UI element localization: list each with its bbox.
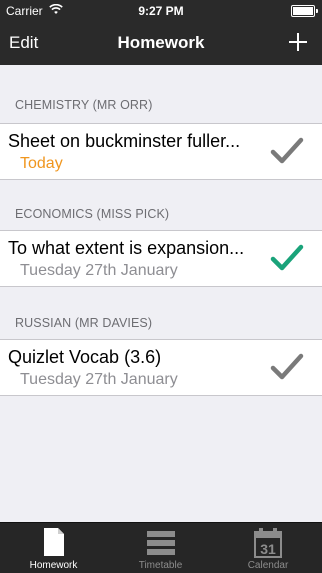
completion-toggle[interactable] <box>270 243 304 273</box>
battery-icon <box>291 5 318 17</box>
section-header-chemistry: CHEMISTRY (MR ORR) <box>15 98 153 112</box>
checkmark-icon <box>270 137 304 164</box>
page-title: Homework <box>117 33 205 52</box>
homework-row[interactable]: Quizlet Vocab (3.6) Tuesday 27th January <box>0 339 322 396</box>
top-bar: Carrier 9:27 PM Edit Homework <box>0 0 322 65</box>
plus-icon <box>289 33 307 51</box>
homework-title: Sheet on buckminster fuller... <box>8 131 241 151</box>
tab-timetable[interactable]: Timetable <box>107 523 214 573</box>
tab-label: Homework <box>29 560 78 571</box>
homework-due: Tuesday 27th January <box>20 262 178 279</box>
homework-row[interactable]: To what extent is expansion... Tuesday 2… <box>0 230 322 287</box>
calendar-icon: 31 <box>253 527 283 564</box>
tab-bar: Homework Timetable 31 Calendar <box>0 522 322 573</box>
checkmark-icon <box>270 244 304 271</box>
list-icon <box>146 527 176 562</box>
tab-homework[interactable]: Homework <box>0 523 107 573</box>
status-time: 9:27 PM <box>138 4 184 18</box>
add-homework-button[interactable] <box>288 32 308 52</box>
document-icon <box>43 527 65 562</box>
homework-due: Today <box>20 155 63 172</box>
status-bar: Carrier 9:27 PM <box>0 0 322 20</box>
homework-title: Quizlet Vocab (3.6) <box>8 347 162 367</box>
completion-toggle[interactable] <box>270 136 304 166</box>
homework-title: To what extent is expansion... <box>8 238 245 258</box>
homework-due: Tuesday 27th January <box>20 371 178 388</box>
navigation-bar: Edit Homework <box>0 20 322 65</box>
tab-label: Timetable <box>138 560 183 571</box>
section-header-economics: ECONOMICS (MISS PICK) <box>15 207 170 221</box>
homework-row[interactable]: Sheet on buckminster fuller... Today <box>0 123 322 180</box>
completion-toggle[interactable] <box>270 352 304 382</box>
checkmark-icon <box>270 353 304 380</box>
tab-label: Calendar <box>247 560 289 571</box>
calendar-badge: 31 <box>260 541 276 557</box>
section-header-russian: RUSSIAN (MR DAVIES) <box>15 316 153 330</box>
tab-calendar[interactable]: 31 Calendar <box>214 523 322 573</box>
